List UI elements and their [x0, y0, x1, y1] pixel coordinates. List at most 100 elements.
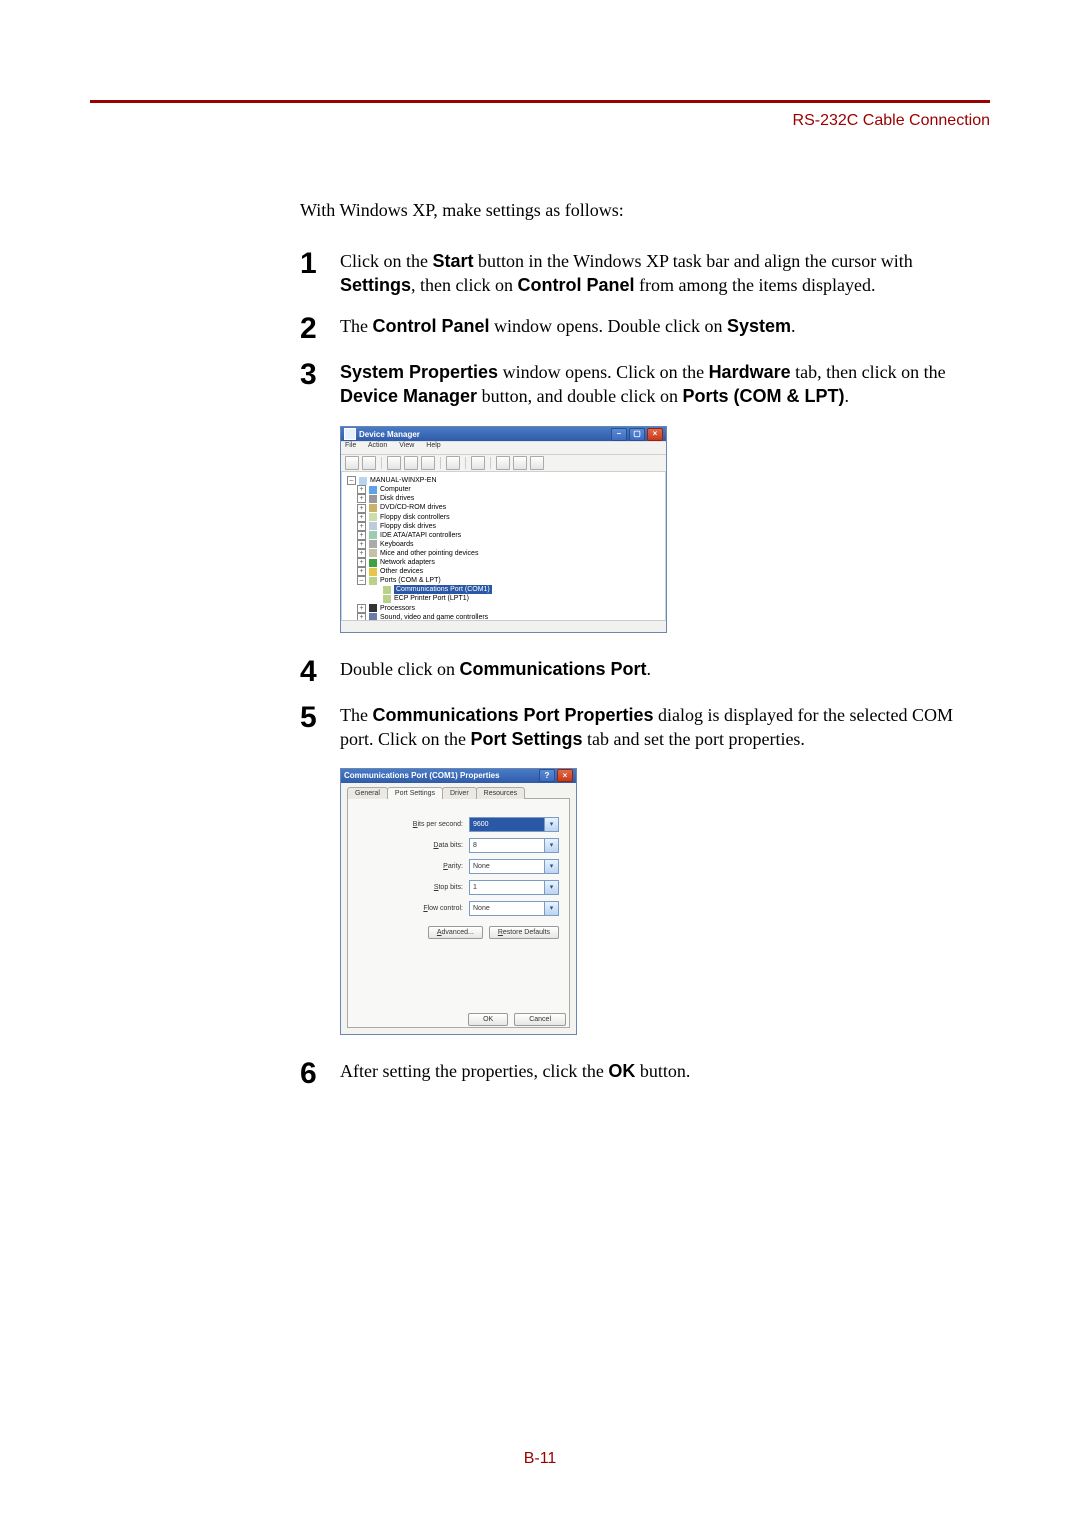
select-parity[interactable]: None▾: [469, 859, 559, 874]
t: Click on the: [340, 251, 433, 271]
processor-icon: [369, 604, 377, 612]
toolbar-icon[interactable]: [496, 456, 510, 470]
step-number: 1: [300, 249, 340, 279]
dialog-title: Communications Port (COM1) Properties: [344, 771, 500, 780]
step-number: 6: [300, 1059, 340, 1089]
tree-item[interactable]: Mice and other pointing devices: [380, 549, 478, 558]
t: The: [340, 705, 372, 725]
label-stopbits: Stop bits:: [378, 884, 463, 891]
collapse-icon[interactable]: –: [347, 476, 356, 485]
toolbar-icon[interactable]: [446, 456, 460, 470]
restore-defaults-button[interactable]: Restore Defaults: [489, 926, 559, 939]
t: .: [845, 386, 850, 406]
tree-root[interactable]: MANUAL-WINXP-EN: [370, 476, 437, 485]
t: button, and double click on: [477, 386, 682, 406]
tree-item-ports[interactable]: Ports (COM & LPT): [380, 576, 441, 585]
step-body: System Properties window opens. Click on…: [340, 360, 990, 409]
step-number: 5: [300, 703, 340, 733]
cancel-button[interactable]: Cancel: [514, 1013, 566, 1026]
tab-driver[interactable]: Driver: [442, 787, 477, 799]
toolbar-icon[interactable]: [421, 456, 435, 470]
menubar[interactable]: File Action View Help: [341, 441, 666, 455]
tree-item[interactable]: Other devices: [380, 567, 423, 576]
select-databits[interactable]: 8▾: [469, 838, 559, 853]
t: button.: [635, 1061, 690, 1081]
tree-item[interactable]: Network adapters: [380, 558, 435, 567]
device-tree[interactable]: –MANUAL-WINXP-EN +Computer +Disk drives …: [341, 472, 666, 633]
chevron-down-icon[interactable]: ▾: [544, 818, 558, 831]
label-bps: BBits per second:its per second:: [378, 821, 463, 828]
expand-icon[interactable]: +: [357, 485, 366, 494]
b: OK: [608, 1061, 635, 1081]
b: Control Panel: [372, 316, 489, 336]
tree-item-lpt1[interactable]: ECP Printer Port (LPT1): [394, 594, 469, 603]
step-number: 2: [300, 314, 340, 344]
select-stopbits[interactable]: 1▾: [469, 880, 559, 895]
close-button[interactable]: ×: [557, 769, 573, 782]
window-title: Device Manager: [359, 430, 420, 439]
menu-file[interactable]: File: [345, 442, 356, 449]
toolbar-icon[interactable]: [404, 456, 418, 470]
menu-view[interactable]: View: [399, 442, 414, 449]
expand-icon[interactable]: +: [357, 604, 366, 613]
tree-item-com1-selected[interactable]: Communications Port (COM1): [394, 585, 492, 594]
menu-action[interactable]: Action: [368, 442, 387, 449]
chevron-down-icon[interactable]: ▾: [544, 902, 558, 915]
advanced-button[interactable]: AAdvanced...dvanced...: [428, 926, 483, 939]
select-bps[interactable]: 9600▾: [469, 817, 559, 832]
toolbar-icon[interactable]: [387, 456, 401, 470]
ok-button[interactable]: OK: [468, 1013, 508, 1026]
expand-icon[interactable]: +: [357, 558, 366, 567]
minimize-button[interactable]: –: [611, 428, 627, 441]
collapse-icon[interactable]: –: [357, 576, 366, 585]
dialog-titlebar: Communications Port (COM1) Properties ? …: [341, 769, 576, 783]
tree-item[interactable]: Floppy disk controllers: [380, 513, 450, 522]
expand-icon[interactable]: +: [357, 513, 366, 522]
step-body: Click on the Start button in the Windows…: [340, 249, 990, 298]
statusbar: [341, 620, 666, 632]
step-2: 2 The Control Panel window opens. Double…: [300, 314, 990, 344]
b: System Properties: [340, 362, 498, 382]
tab-general[interactable]: General: [347, 787, 388, 799]
chevron-down-icon[interactable]: ▾: [544, 860, 558, 873]
toolbar-icon[interactable]: [530, 456, 544, 470]
tree-item[interactable]: Floppy disk drives: [380, 522, 436, 531]
tab-port-settings[interactable]: Port Settings: [387, 787, 443, 799]
tree-item[interactable]: Computer: [380, 485, 411, 494]
b: Settings: [340, 275, 411, 295]
tree-item[interactable]: IDE ATA/ATAPI controllers: [380, 531, 461, 540]
toolbar-icon[interactable]: [471, 456, 485, 470]
close-button[interactable]: ×: [647, 428, 663, 441]
maximize-button[interactable]: ▢: [629, 428, 645, 441]
help-button[interactable]: ?: [539, 769, 555, 782]
expand-icon[interactable]: +: [357, 549, 366, 558]
t: The: [340, 316, 372, 336]
label-flowcontrol: Flow control:: [378, 905, 463, 912]
expand-icon[interactable]: +: [357, 567, 366, 576]
chevron-down-icon[interactable]: ▾: [544, 881, 558, 894]
expand-icon[interactable]: +: [357, 522, 366, 531]
expand-icon[interactable]: +: [357, 494, 366, 503]
keyboard-icon: [369, 540, 377, 548]
menu-help[interactable]: Help: [426, 442, 440, 449]
expand-icon[interactable]: +: [357, 504, 366, 513]
port-settings-panel: BBits per second:its per second: 9600▾ D…: [347, 798, 570, 1028]
step-number: 3: [300, 360, 340, 390]
tree-item[interactable]: DVD/CD-ROM drives: [380, 503, 446, 512]
chevron-down-icon[interactable]: ▾: [544, 839, 558, 852]
step-number: 4: [300, 657, 340, 687]
tree-item[interactable]: Processors: [380, 604, 415, 613]
tab-resources[interactable]: Resources: [476, 787, 525, 799]
tab-strip: General Port Settings Driver Resources: [347, 787, 570, 799]
toolbar-icon[interactable]: [513, 456, 527, 470]
tree-item[interactable]: Disk drives: [380, 494, 414, 503]
toolbar-icon[interactable]: [345, 456, 359, 470]
toolbar-icon[interactable]: [362, 456, 376, 470]
expand-icon[interactable]: +: [357, 540, 366, 549]
expand-icon[interactable]: +: [357, 531, 366, 540]
port-icon: [383, 586, 391, 594]
tree-item[interactable]: Keyboards: [380, 540, 413, 549]
dvd-icon: [369, 504, 377, 512]
select-flowcontrol[interactable]: None▾: [469, 901, 559, 916]
t: tab and set the port properties.: [583, 729, 805, 749]
